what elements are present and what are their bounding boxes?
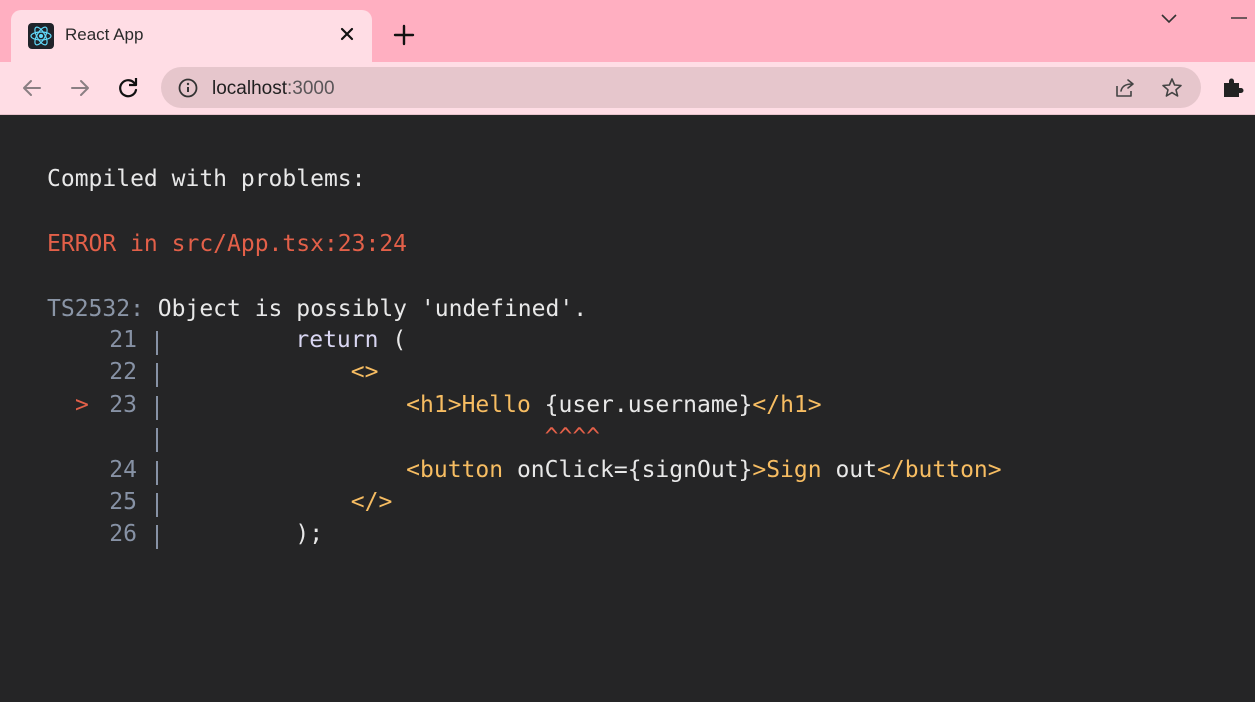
code-line: 22 <> <box>47 359 1147 391</box>
gutter-divider <box>156 493 158 517</box>
new-tab-icon[interactable] <box>391 22 417 48</box>
code-text: ^^^^ <box>240 424 600 450</box>
code-text: <button onClick={signOut}>Sign out</butt… <box>240 456 1002 483</box>
code-token: ( <box>378 327 407 353</box>
line-number: 26 <box>109 521 137 548</box>
code-text: </> <box>240 489 393 515</box>
code-token: <> <box>350 359 379 386</box>
error-description: Object is possibly 'undefined'. <box>143 296 588 322</box>
react-logo-icon <box>28 23 54 49</box>
site-info-icon[interactable] <box>177 77 199 99</box>
code-token: <h1> <box>406 391 462 418</box>
code-text: <h1>Hello {user.username}</h1> <box>240 391 822 418</box>
code-line: 25 </> <box>47 489 1147 521</box>
tab-title: React App <box>65 25 144 44</box>
line-number: 25 <box>109 489 137 515</box>
code-token: ^^^^ <box>544 424 601 451</box>
tab-strip: React App <box>0 0 1255 62</box>
tab-react-app[interactable]: React App <box>11 10 372 62</box>
code-token: ); <box>295 521 324 548</box>
code-token: Hello <box>461 391 531 418</box>
code-text: <> <box>240 359 379 386</box>
code-token: out <box>821 456 877 483</box>
overlay-heading: Compiled with problems: <box>47 166 366 192</box>
browser-toolbar: localhost:3000 <box>0 62 1255 115</box>
code-token: >Sign <box>752 456 822 483</box>
code-line: 24 <button onClick={signOut}>Sign out</b… <box>47 457 1147 489</box>
error-line-marker: > <box>75 391 89 418</box>
url-text[interactable]: localhost:3000 <box>212 78 335 100</box>
chevron-down-icon[interactable] <box>1158 10 1180 28</box>
code-line: >23 <h1>Hello {user.username}</h1> <box>47 392 1147 424</box>
code-token: </h1> <box>752 391 822 418</box>
code-line: ^^^^ <box>47 424 1147 456</box>
code-token: </> <box>350 489 393 515</box>
code-line: 26 ); <box>47 521 1147 553</box>
extensions-puzzle-icon[interactable] <box>1220 74 1246 100</box>
error-code: TS2532: <box>47 296 144 322</box>
code-token: {user.username} <box>530 391 753 418</box>
line-number: 21 <box>109 327 137 353</box>
url-port: :3000 <box>287 78 335 99</box>
address-bar[interactable]: localhost:3000 <box>161 67 1201 108</box>
reload-icon[interactable] <box>114 74 142 102</box>
gutter-divider <box>156 363 158 388</box>
minimize-icon[interactable] <box>1228 10 1250 26</box>
code-token: </button> <box>877 456 1002 483</box>
back-icon[interactable] <box>18 74 46 102</box>
error-overlay: Compiled with problems: ERROR in src/App… <box>0 116 1255 702</box>
close-tab-icon[interactable] <box>336 23 358 45</box>
code-text: ); <box>240 521 323 547</box>
line-number: 23 <box>109 391 137 418</box>
share-icon[interactable] <box>1113 76 1137 100</box>
code-token: <button <box>406 456 504 483</box>
code-token: onClick={signOut} <box>503 456 753 483</box>
line-number: 22 <box>109 359 137 386</box>
gutter-divider <box>156 460 158 485</box>
gutter-divider <box>156 525 158 550</box>
bookmark-star-icon[interactable] <box>1160 76 1184 100</box>
code-line: 21 return ( <box>47 327 1147 359</box>
line-number: 24 <box>109 456 137 483</box>
gutter-divider <box>156 428 158 453</box>
forward-icon[interactable] <box>66 74 94 102</box>
error-title: ERROR in src/App.tsx:23:24 <box>47 231 408 257</box>
error-message: TS2532: Object is possibly 'undefined'. <box>47 296 587 322</box>
code-token: return <box>295 327 379 353</box>
url-host: localhost <box>212 78 287 99</box>
gutter-divider <box>156 395 158 420</box>
code-text: return ( <box>240 327 406 353</box>
gutter-divider <box>156 331 158 355</box>
